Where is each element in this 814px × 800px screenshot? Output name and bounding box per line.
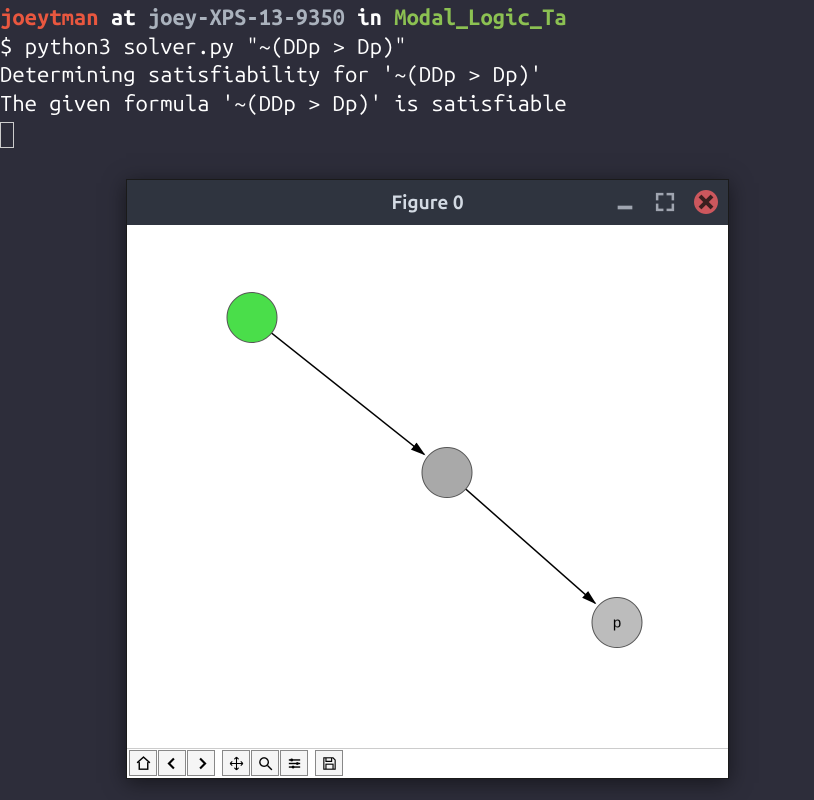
minimize-button[interactable]	[614, 191, 636, 213]
figure-window: Figure 0 p	[126, 179, 729, 779]
command-text: python3 solver.py "~(DDp > Dp)"	[25, 34, 407, 59]
graph-node	[422, 447, 472, 497]
close-button[interactable]	[694, 190, 718, 214]
forward-button[interactable]	[187, 750, 215, 776]
pan-button[interactable]	[222, 750, 250, 776]
prompt-host: joey-XPS-13-9350	[148, 5, 345, 30]
home-button[interactable]	[129, 750, 157, 776]
zoom-button[interactable]	[251, 750, 279, 776]
maximize-button[interactable]	[654, 191, 676, 213]
command-line[interactable]: $ python3 solver.py "~(DDp > Dp)"	[0, 33, 814, 62]
save-button[interactable]	[315, 750, 343, 776]
mpl-toolbar	[127, 748, 728, 778]
titlebar[interactable]: Figure 0	[127, 180, 728, 225]
plot-canvas[interactable]: p	[127, 225, 728, 748]
prompt-dir: Modal_Logic_Ta	[394, 5, 566, 30]
cursor	[0, 122, 14, 148]
output-line-2: The given formula '~(DDp > Dp)' is satis…	[0, 90, 814, 119]
graph-edge	[272, 333, 425, 454]
prompt-user: joeytman	[0, 5, 99, 30]
window-controls	[614, 180, 718, 225]
prompt-in: in	[345, 5, 394, 30]
terminal: joeytman at joey-XPS-13-9350 in Modal_Lo…	[0, 0, 814, 152]
graph-node-label: p	[613, 614, 621, 631]
graph-node	[227, 292, 277, 342]
graph-edge	[466, 489, 596, 603]
prompt-symbol: $	[0, 34, 25, 59]
output-line-1: Determining satisfiability for '~(DDp > …	[0, 61, 814, 90]
window-title: Figure 0	[391, 191, 463, 213]
back-button[interactable]	[158, 750, 186, 776]
prompt-at: at	[99, 5, 148, 30]
prompt-line: joeytman at joey-XPS-13-9350 in Modal_Lo…	[0, 4, 814, 33]
configure-button[interactable]	[280, 750, 308, 776]
